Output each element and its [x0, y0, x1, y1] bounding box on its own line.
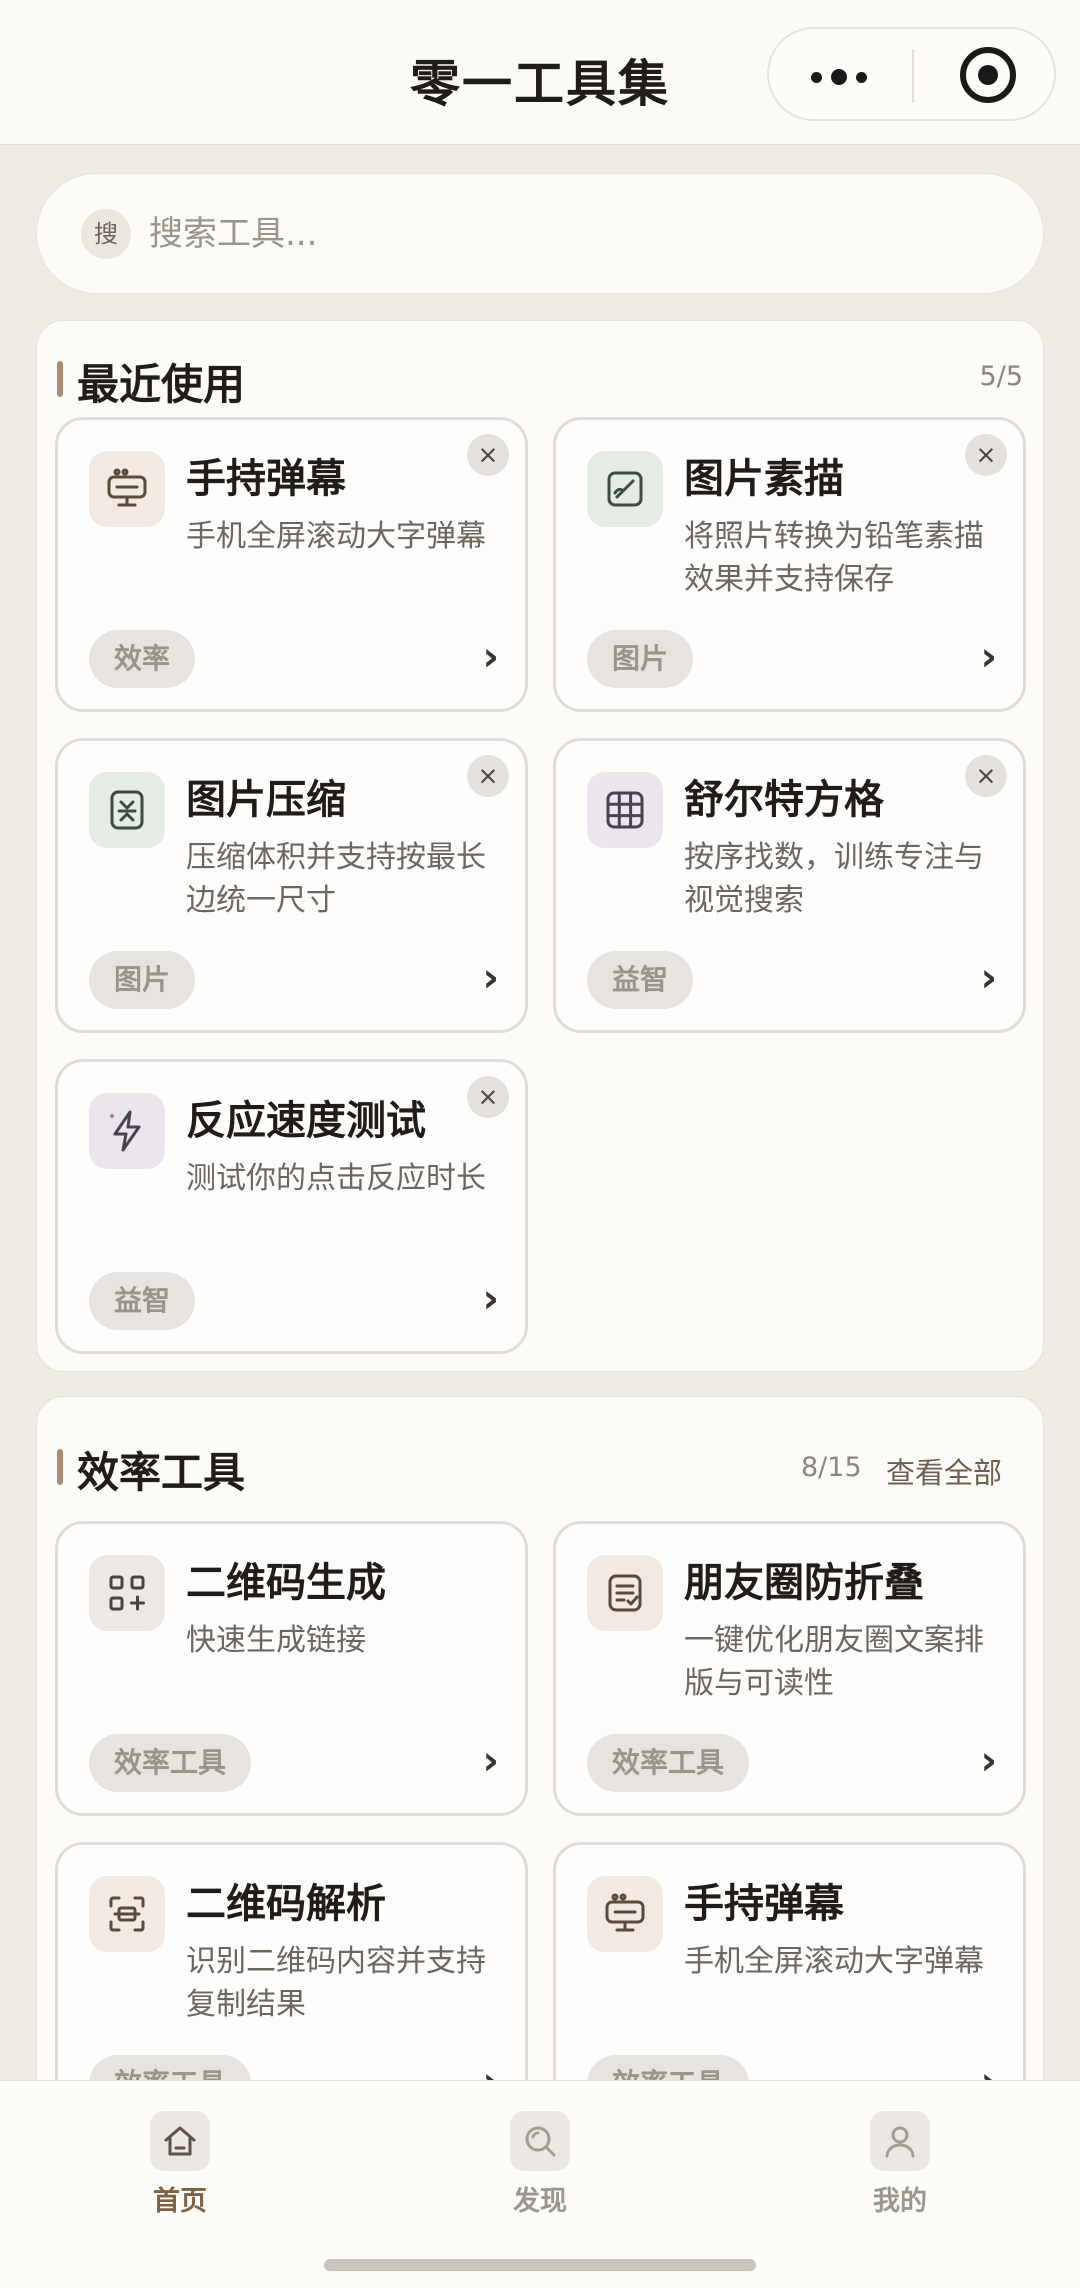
- section-accent-bar: [57, 361, 63, 397]
- card-description: 手机全屏滚动大字弹幕: [186, 519, 486, 554]
- card-description: 快速生成链接: [186, 1623, 366, 1658]
- category-tag: 效率工具: [587, 1734, 750, 1792]
- card-title: 图片素描: [684, 456, 844, 502]
- tab-label: 首页: [153, 2186, 207, 2217]
- recent-tool-card[interactable]: 图片素描 将照片转换为铅笔素描效果并支持保存 × 图片 ›: [553, 417, 1026, 712]
- card-title: 二维码生成: [186, 1560, 386, 1606]
- more-menu-icon[interactable]: [811, 69, 867, 85]
- sketch-frame-icon: [587, 451, 663, 527]
- card-description: 一键优化朋友圈文案排版与可读性: [684, 1623, 984, 1701]
- card-description: 按序找数，训练专注与视觉搜索: [684, 840, 984, 918]
- view-all-link[interactable]: 查看全部: [886, 1450, 1002, 1492]
- capsule-divider: [912, 49, 914, 103]
- home-icon: [150, 2111, 210, 2171]
- tab-discover[interactable]: 发现: [450, 2111, 630, 2218]
- search-input[interactable]: [149, 202, 1009, 266]
- user-icon: [870, 2111, 930, 2171]
- card-title: 手持弹幕: [684, 1881, 844, 1927]
- tool-card[interactable]: 朋友圈防折叠 一键优化朋友圈文案排版与可读性 效率工具 ›: [553, 1521, 1026, 1816]
- remove-recent-button[interactable]: ×: [467, 434, 509, 476]
- category-tag: 益智: [89, 1272, 196, 1330]
- page: 零一工具集 搜 最近使用 5/5 手持弹幕 手机全屏滚动大字弹幕 × 效率 ›: [0, 0, 1080, 2288]
- section-title: 最近使用: [77, 360, 246, 409]
- recent-tool-card[interactable]: 手持弹幕 手机全屏滚动大字弹幕 × 效率 ›: [55, 417, 528, 712]
- remove-recent-button[interactable]: ×: [467, 1076, 509, 1118]
- home-indicator: [324, 2259, 756, 2271]
- tab-label: 发现: [513, 2186, 567, 2217]
- card-title: 图片压缩: [186, 777, 346, 823]
- compress-icon: [89, 772, 165, 848]
- search-icon: [510, 2111, 570, 2171]
- section-count: 5/5: [979, 361, 1023, 392]
- recent-tool-card[interactable]: 图片压缩 压缩体积并支持按最长边统一尺寸 × 图片 ›: [55, 738, 528, 1033]
- chevron-right-icon: ›: [980, 634, 997, 680]
- app-header: 零一工具集: [0, 0, 1080, 145]
- category-tag: 图片: [89, 951, 196, 1009]
- recent-tool-card[interactable]: 反应速度测试 测试你的点击反应时长 × 益智 ›: [55, 1059, 528, 1354]
- card-description: 测试你的点击反应时长: [186, 1161, 486, 1196]
- search-bar[interactable]: 搜: [36, 173, 1044, 294]
- qr-generate-icon: [89, 1555, 165, 1631]
- remove-recent-button[interactable]: ×: [965, 434, 1007, 476]
- card-title: 反应速度测试: [186, 1098, 426, 1144]
- close-mini-program-icon[interactable]: [960, 47, 1016, 103]
- recent-section: 最近使用 5/5 手持弹幕 手机全屏滚动大字弹幕 × 效率 › 图片素描 将照片…: [36, 320, 1044, 1372]
- chevron-right-icon: ›: [980, 955, 997, 1001]
- grid-icon: [587, 772, 663, 848]
- section-count: 8/15: [801, 1452, 862, 1483]
- category-tag: 效率工具: [89, 1734, 252, 1792]
- card-description: 手机全屏滚动大字弹幕: [684, 1944, 984, 1979]
- tool-card[interactable]: 二维码生成 快速生成链接 效率工具 ›: [55, 1521, 528, 1816]
- section-accent-bar: [57, 1449, 63, 1485]
- category-tag: 效率: [89, 630, 196, 688]
- chevron-right-icon: ›: [482, 634, 499, 680]
- remove-recent-button[interactable]: ×: [965, 755, 1007, 797]
- card-description: 识别二维码内容并支持复制结果: [186, 1944, 486, 2022]
- card-title: 舒尔特方格: [684, 777, 884, 823]
- card-description: 将照片转换为铅笔素描效果并支持保存: [684, 519, 984, 597]
- section-title: 效率工具: [77, 1448, 246, 1497]
- chevron-right-icon: ›: [980, 1738, 997, 1784]
- qr-scan-icon: [89, 1876, 165, 1952]
- card-description: 压缩体积并支持按最长边统一尺寸: [186, 840, 486, 918]
- remove-recent-button[interactable]: ×: [467, 755, 509, 797]
- card-title: 二维码解析: [186, 1881, 386, 1927]
- recent-tool-card[interactable]: 舒尔特方格 按序找数，训练专注与视觉搜索 × 益智 ›: [553, 738, 1026, 1033]
- efficiency-section: 效率工具 8/15 查看全部 二维码生成 快速生成链接 效率工具 › 朋友圈防折…: [36, 1396, 1044, 2156]
- tab-home[interactable]: 首页: [90, 2111, 270, 2218]
- banner-sign-icon: [587, 1876, 663, 1952]
- mini-program-capsule: [767, 27, 1056, 121]
- category-tag: 图片: [587, 630, 694, 688]
- lightning-icon: [89, 1093, 165, 1169]
- tab-profile[interactable]: 我的: [810, 2111, 990, 2218]
- chevron-right-icon: ›: [482, 1738, 499, 1784]
- search-icon: 搜: [81, 209, 131, 259]
- tab-label: 我的: [873, 2186, 927, 2217]
- banner-sign-icon: [89, 451, 165, 527]
- card-title: 手持弹幕: [186, 456, 346, 502]
- bottom-tab-bar: 首页 发现 我的: [0, 2080, 1080, 2288]
- chevron-right-icon: ›: [482, 1276, 499, 1322]
- chevron-right-icon: ›: [482, 955, 499, 1001]
- document-check-icon: [587, 1555, 663, 1631]
- card-title: 朋友圈防折叠: [684, 1560, 924, 1606]
- category-tag: 益智: [587, 951, 694, 1009]
